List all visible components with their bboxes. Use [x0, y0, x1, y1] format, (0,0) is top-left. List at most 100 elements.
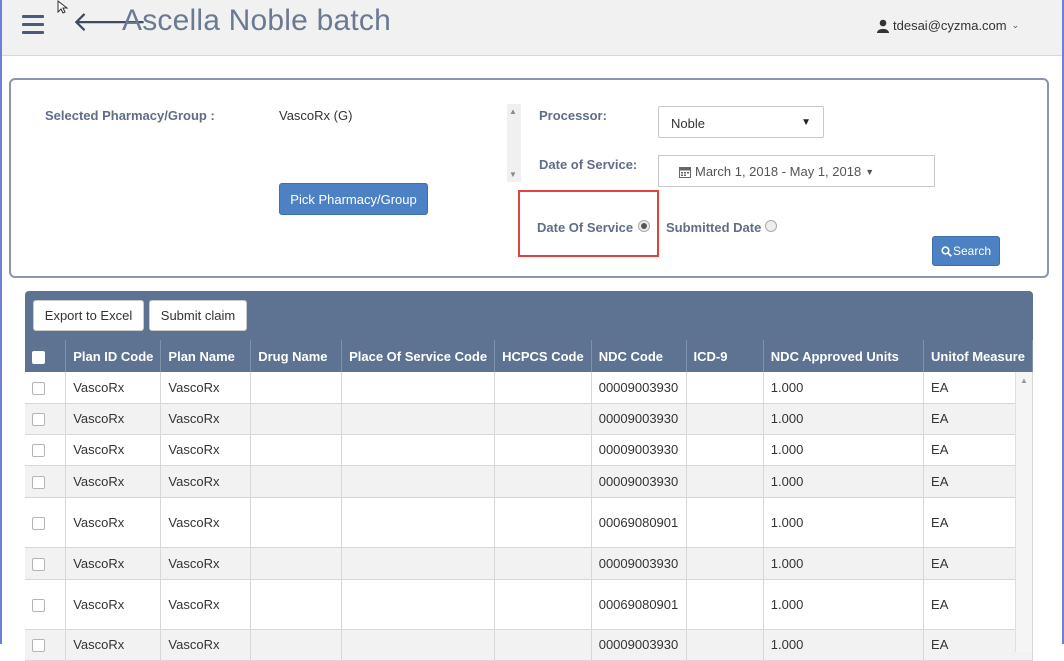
cell-ndc: 00009003930	[591, 434, 687, 466]
cell-plan-id: VascoRx	[65, 547, 162, 580]
row-checkbox[interactable]	[32, 639, 45, 653]
row-checkbox[interactable]	[32, 516, 45, 530]
cell-drug	[250, 497, 343, 548]
column-header[interactable]: Place Of Service Code	[341, 340, 496, 372]
cell-plan-name: VascoRx	[160, 465, 252, 498]
cell-plan-id: VascoRx	[65, 465, 162, 498]
column-header[interactable]: Unitof Measure	[923, 340, 1033, 372]
table-row[interactable]: VascoRx VascoRx 00009003930 1.000 EA	[25, 629, 1033, 661]
export-excel-button[interactable]: Export to Excel	[33, 300, 144, 331]
pharmacy-value: VascoRx (G)	[279, 108, 353, 123]
table-row[interactable]: VascoRx VascoRx 00009003930 1.000 EA	[25, 403, 1033, 435]
search-button-label: Search	[952, 244, 992, 258]
cell-drug	[250, 372, 343, 404]
calendar-icon	[679, 167, 691, 178]
scroll-down-icon[interactable]: ▼	[509, 170, 517, 179]
top-bar: 🡐 Ascella Noble batch tdesai@cyzma.com ⌄	[0, 0, 1064, 56]
row-checkbox[interactable]	[32, 413, 45, 427]
radio-submitted-label: Submitted Date	[666, 220, 762, 235]
grid-scrollbar[interactable]: ▲	[1015, 372, 1032, 652]
row-checkbox[interactable]	[32, 475, 45, 489]
cell-drug	[250, 579, 343, 630]
claims-grid: Export to Excel Submit claim Plan ID Cod…	[25, 291, 1033, 661]
column-header[interactable]: Plan Name	[160, 340, 252, 372]
cell-units: 1.000	[763, 579, 925, 630]
cell-hcpcs	[494, 547, 592, 580]
cell-ndc: 00009003930	[591, 372, 687, 404]
row-checkbox[interactable]	[32, 557, 45, 571]
row-checkbox[interactable]	[32, 444, 45, 458]
pharmacy-label: Selected Pharmacy/Group :	[45, 108, 215, 123]
highlight-annotation	[518, 190, 659, 257]
cell-units: 1.000	[763, 465, 925, 498]
cell-units: 1.000	[763, 372, 925, 404]
cell-plan-id: VascoRx	[65, 403, 162, 435]
cell-plan-name: VascoRx	[160, 372, 252, 404]
cell-icd	[686, 372, 764, 404]
hamburger-menu-icon[interactable]	[22, 15, 44, 37]
table-row[interactable]: VascoRx VascoRx 00009003930 1.000 EA	[25, 372, 1033, 404]
cell-plan-name: VascoRx	[160, 629, 252, 661]
cell-units: 1.000	[763, 434, 925, 466]
cell-hcpcs	[494, 434, 592, 466]
cell-icd	[686, 629, 764, 661]
cell-icd	[686, 465, 764, 498]
column-header[interactable]: Plan ID Code	[65, 340, 162, 372]
row-select-cell	[25, 465, 67, 498]
scroll-up-icon[interactable]: ▲	[509, 107, 517, 116]
date-range-picker[interactable]: March 1, 2018 - May 1, 2018 ▼	[658, 155, 935, 187]
cell-plan-id: VascoRx	[65, 629, 162, 661]
column-header[interactable]: NDC Code	[591, 340, 687, 372]
cell-plan-id: VascoRx	[65, 434, 162, 466]
row-select-cell	[25, 434, 67, 466]
cell-plan-id: VascoRx	[65, 579, 162, 630]
cell-ndc: 00009003930	[591, 547, 687, 580]
select-all-checkbox[interactable]	[32, 350, 45, 364]
column-header[interactable]: ICD-9	[686, 340, 764, 372]
mouse-pointer-icon	[57, 0, 69, 14]
cell-ndc: 00009003930	[591, 403, 687, 435]
cell-drug	[250, 434, 343, 466]
row-checkbox[interactable]	[32, 598, 45, 612]
cell-pos	[341, 434, 496, 466]
cell-hcpcs	[494, 497, 592, 548]
user-menu[interactable]: tdesai@cyzma.com ⌄	[876, 18, 1019, 33]
column-header[interactable]: Drug Name	[250, 340, 343, 372]
row-select-cell	[25, 403, 67, 435]
cell-plan-name: VascoRx	[160, 403, 252, 435]
user-email: tdesai@cyzma.com	[893, 18, 1007, 33]
table-row[interactable]: VascoRx VascoRx 00069080901 1.000 EA	[25, 497, 1033, 548]
table-row[interactable]: VascoRx VascoRx 00069080901 1.000 EA	[25, 579, 1033, 630]
cell-icd	[686, 497, 764, 548]
row-checkbox[interactable]	[32, 381, 45, 395]
cell-units: 1.000	[763, 403, 925, 435]
dropdown-arrow-icon: ▼	[801, 117, 811, 128]
table-row[interactable]: VascoRx VascoRx 00009003930 1.000 EA	[25, 434, 1033, 466]
filter-panel: Selected Pharmacy/Group : VascoRx (G) Pi…	[9, 78, 1049, 278]
cell-drug	[250, 547, 343, 580]
radio-submitted-date[interactable]	[765, 220, 777, 232]
cell-hcpcs	[494, 629, 592, 661]
submit-claim-button[interactable]: Submit claim	[149, 300, 247, 331]
scroll-up-icon[interactable]: ▲	[1020, 376, 1028, 385]
cell-hcpcs	[494, 403, 592, 435]
cell-plan-name: VascoRx	[160, 497, 252, 548]
chevron-down-icon: ⌄	[1011, 20, 1020, 30]
table-row[interactable]: VascoRx VascoRx 00009003930 1.000 EA	[25, 465, 1033, 498]
table-header-row: Plan ID Code Plan Name Drug Name Place O…	[25, 340, 1033, 372]
cell-pos	[341, 465, 496, 498]
row-select-cell	[25, 629, 67, 661]
mini-scrollbar[interactable]: ▲ ▼	[507, 104, 521, 182]
user-icon	[877, 19, 889, 33]
grid-toolbar: Export to Excel Submit claim	[25, 291, 1033, 340]
search-button[interactable]: Search	[932, 236, 1000, 266]
column-header[interactable]: HCPCS Code	[494, 340, 592, 372]
pick-pharmacy-button[interactable]: Pick Pharmacy/Group	[279, 183, 428, 215]
table-row[interactable]: VascoRx VascoRx 00009003930 1.000 EA	[25, 547, 1033, 580]
table-body: VascoRx VascoRx 00009003930 1.000 EA VascoRx V…	[25, 372, 1033, 661]
column-header[interactable]: NDC Approved Units	[763, 340, 925, 372]
cell-icd	[686, 403, 764, 435]
processor-select[interactable]: Noble ▼	[658, 106, 824, 138]
cell-plan-id: VascoRx	[65, 372, 162, 404]
cell-units: 1.000	[763, 629, 925, 661]
